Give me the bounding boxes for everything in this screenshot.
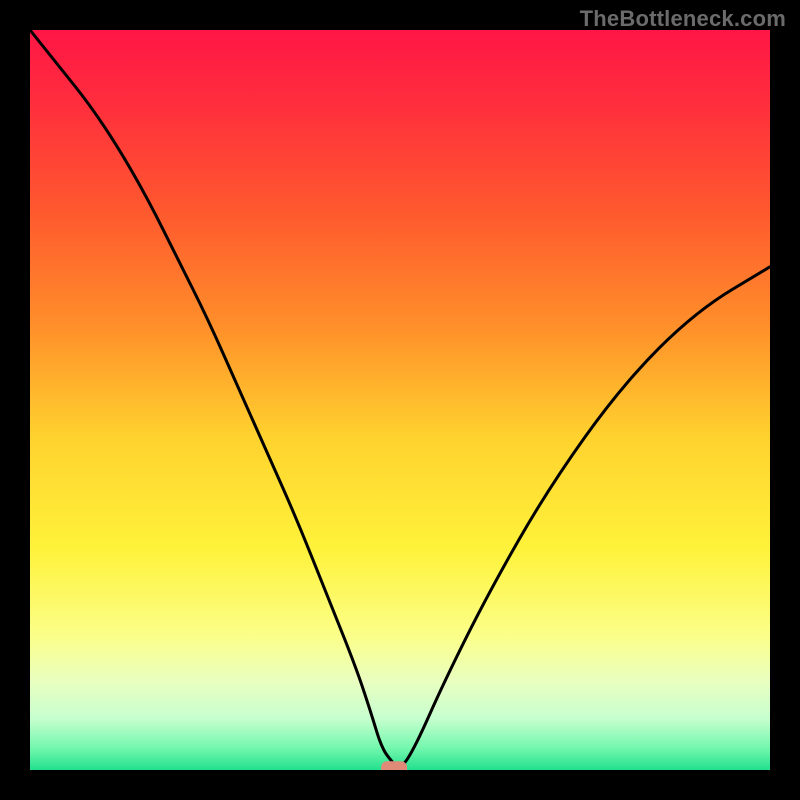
chart-background-gradient [30,30,770,770]
optimal-point-marker [381,761,407,770]
chart-frame: TheBottleneck.com [0,0,800,800]
bottleneck-chart [30,30,770,770]
watermark-text: TheBottleneck.com [580,6,786,32]
